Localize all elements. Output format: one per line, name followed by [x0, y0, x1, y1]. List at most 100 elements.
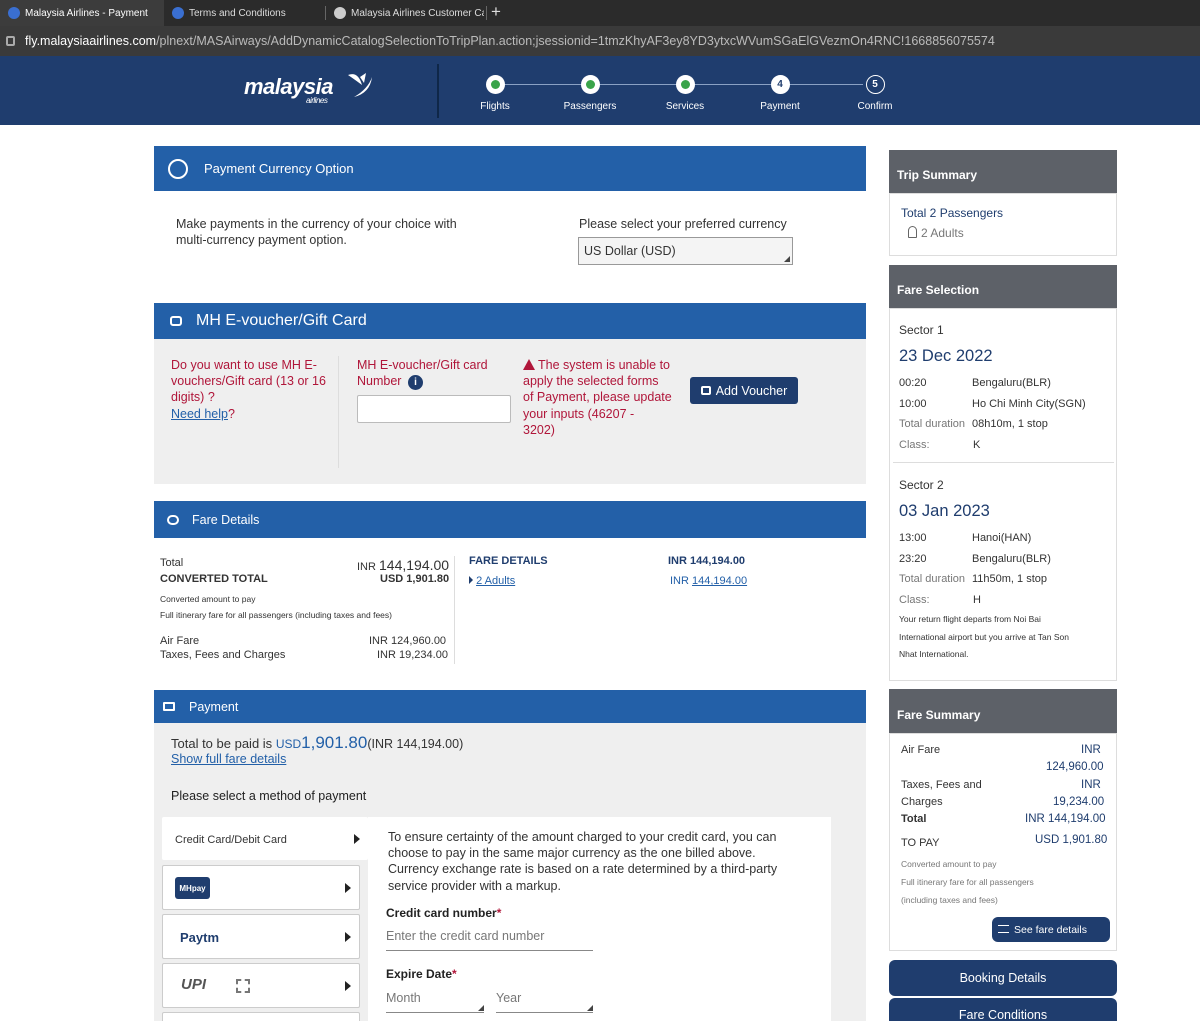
payment-method-credit-card[interactable]: Credit Card/Debit Card	[162, 817, 368, 860]
sector1-arr-time: 10:00	[899, 398, 927, 410]
expire-year-select[interactable]: Year	[496, 991, 593, 1013]
total-passengers: Total 2 Passengers	[901, 206, 1004, 220]
currency-section-header: Payment Currency Option	[154, 146, 866, 191]
gift-icon	[170, 316, 182, 326]
see-fare-details-button[interactable]: See fare details	[992, 917, 1110, 942]
converted-total-label: CONVERTED TOTAL	[160, 573, 268, 585]
malaysia-airlines-favicon-icon	[172, 7, 184, 19]
converted-note: Converted amount to pay	[160, 594, 256, 604]
currency-select-label: Please select your preferred currency	[579, 217, 787, 231]
voucher-number-label: MH E-voucher/Gift card	[357, 358, 488, 372]
voucher-question: vouchers/Gift card (13 or 16	[171, 374, 326, 388]
payment-section-header: Payment	[154, 690, 866, 723]
voucher-question: Do you want to use MH E-	[171, 358, 317, 372]
sector2-dep-time: 13:00	[899, 532, 927, 544]
globe-icon	[334, 7, 346, 19]
adults-row: 2 Adults	[908, 226, 964, 240]
air-fare-value: INR 124,960.00	[369, 635, 447, 647]
sector1-label: Sector 1	[899, 323, 944, 337]
new-tab-plus-icon[interactable]: +	[491, 2, 501, 22]
sector1-date: 23 Dec 2022	[899, 347, 993, 365]
voucher-number-input[interactable]	[357, 395, 511, 423]
itinerary-note: Full itinerary fare for all passengers (…	[160, 610, 392, 620]
caret-right-icon	[354, 833, 360, 844]
summary-taxes-value: 19,234.00	[1053, 796, 1105, 808]
add-voucher-button[interactable]: Add Voucher	[690, 377, 798, 404]
adults-fare-link[interactable]: 144,194.00	[692, 575, 747, 587]
payment-method-mhpay[interactable]: MHpay	[162, 865, 360, 910]
summary-air-fare-currency: INR	[1081, 744, 1101, 756]
caret-right-icon	[469, 576, 473, 584]
currency-description-line2: multi-currency payment option.	[176, 233, 347, 247]
taxes-label: Taxes, Fees and Charges	[160, 649, 286, 661]
fare-total-value: INR 144,194.00	[357, 557, 450, 573]
qr-code-icon	[236, 979, 250, 993]
trip-summary-header: Trip Summary	[889, 150, 1117, 193]
currency-select[interactable]: US Dollar (USD)	[578, 237, 793, 265]
summary-total-value: INR 144,194.00	[1025, 813, 1106, 825]
cc-info: service provider with a markup.	[388, 879, 561, 893]
voucher-error: of Payment, please update	[523, 390, 672, 404]
caret-right-icon	[345, 931, 351, 942]
sector2-arr-city: Bengaluru(BLR)	[972, 553, 1051, 565]
upi-logo-icon: UPI	[181, 976, 207, 993]
cc-number-input[interactable]: Enter the credit card number	[386, 929, 593, 951]
step-confirm: 5 Confirm	[835, 75, 915, 112]
summary-air-fare-label: Air Fare	[901, 744, 941, 756]
sector1-duration-label: Total duration	[899, 418, 966, 430]
step-payment: 4 Payment	[740, 75, 820, 112]
caret-right-icon	[345, 882, 351, 893]
fare-details-column-value: INR 144,194.00	[668, 555, 746, 567]
fare-selection-header: Fare Selection	[889, 265, 1117, 308]
expire-month-select[interactable]: Month	[386, 991, 484, 1013]
kite-logo-icon	[348, 73, 372, 97]
cc-info: Currency exchange rate is based on a rat…	[388, 862, 778, 876]
step-done-check-icon	[580, 75, 600, 94]
malaysia-airlines-favicon-icon	[8, 7, 20, 19]
mhpay-logo-icon: MHpay	[175, 877, 210, 899]
step-done-check-icon	[485, 75, 505, 94]
cc-info: choose to pay in the same major currency…	[388, 846, 756, 860]
cc-number-label: Credit card number*	[386, 906, 502, 920]
browser-tab-payment[interactable]: Malaysia Airlines - Payment	[0, 0, 164, 26]
trip-summary-box	[889, 193, 1117, 256]
sector2-warning: Nhat International.	[899, 649, 969, 659]
person-icon	[908, 226, 917, 238]
payment-method-more[interactable]	[162, 1012, 360, 1021]
adults-expand[interactable]: 2 Adults	[469, 575, 515, 587]
air-fare-label: Air Fare	[160, 635, 200, 647]
site-header: malaysia airlines Flights Passengers Ser…	[0, 56, 1200, 125]
payment-method-paytm[interactable]: Paytm	[162, 914, 360, 959]
browser-tab-bar: Malaysia Airlines - Payment Terms and Co…	[0, 0, 1200, 26]
paytm-logo-icon: Paytm	[180, 930, 220, 945]
summary-note: Converted amount to pay	[901, 859, 997, 869]
url-path: /plnext/MASAirways/AddDynamicCatalogSele…	[156, 34, 995, 48]
step-flights: Flights	[455, 75, 535, 112]
voucher-error: 3202)	[523, 423, 555, 437]
sector2-warning: Your return flight departs from Noi Bai	[899, 614, 1041, 624]
fare-details-section-header: Fare Details	[154, 501, 866, 538]
voucher-error: apply the selected forms	[523, 374, 659, 388]
adults-link[interactable]: 2 Adults	[476, 575, 515, 587]
voucher-error-line1: The system is unable to	[523, 358, 670, 372]
fare-conditions-button[interactable]: Fare Conditions	[889, 998, 1117, 1021]
voucher-error: your inputs (46207 -	[523, 407, 635, 421]
gift-icon	[700, 386, 711, 395]
caret-right-icon	[345, 980, 351, 991]
payment-method-upi[interactable]: UPI	[162, 963, 360, 1008]
fare-divider	[454, 556, 455, 664]
malaysia-airlines-logo[interactable]: malaysia airlines	[244, 74, 333, 105]
need-help-link[interactable]: Need help	[171, 407, 228, 421]
booking-details-button[interactable]: Booking Details	[889, 960, 1117, 996]
step-services: Services	[645, 75, 725, 112]
browser-tab-customer-care[interactable]: Malaysia Airlines Customer Car	[326, 0, 484, 26]
browser-tab-terms[interactable]: Terms and Conditions	[164, 0, 324, 26]
fare-summary-header: Fare Summary	[889, 689, 1117, 733]
address-bar[interactable]: fly.malaysiaairlines.com/plnext/MASAirwa…	[0, 26, 1200, 56]
voucher-divider	[338, 356, 339, 468]
sector1-class-label: Class:	[899, 439, 930, 451]
show-full-fare-link[interactable]: Show full fare details	[171, 752, 286, 766]
sector-divider	[893, 462, 1114, 463]
sector2-arr-time: 23:20	[899, 553, 927, 565]
info-icon[interactable]: i	[407, 375, 423, 390]
